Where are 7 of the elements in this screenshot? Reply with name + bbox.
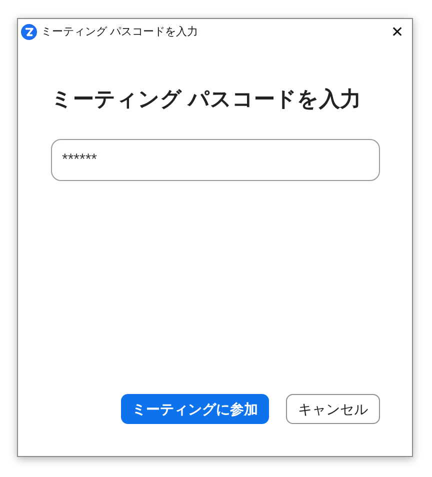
passcode-field[interactable]: ****** [51,139,380,182]
close-button[interactable]: ✕ [391,24,404,40]
window-title: ミーティング パスコードを入力 [41,24,198,40]
cancel-button[interactable]: キャンセル [286,394,380,424]
dialog-heading: ミーティング パスコードを入力 [51,87,362,113]
join-button[interactable]: ミーティングに参加 [121,394,269,424]
app-logo-icon [21,24,37,40]
